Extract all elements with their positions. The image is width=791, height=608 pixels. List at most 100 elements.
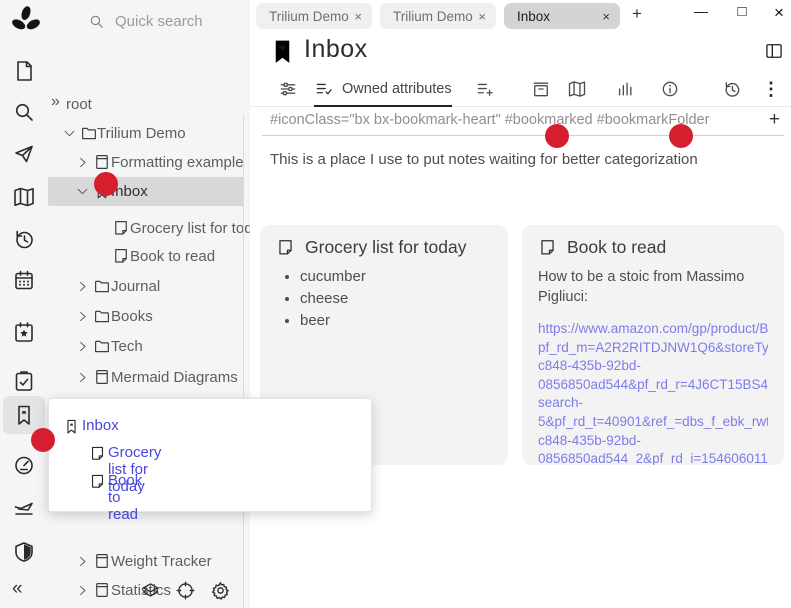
chevron-right-icon[interactable] [75,279,90,294]
tree-item-label[interactable]: Trilium Demo [97,124,186,143]
popup-link-label[interactable]: Book to read [108,472,142,523]
ribbon-archive[interactable] [531,76,551,102]
amazon-link-line[interactable]: pf_rd_m=A2R2RITDJNW1Q6&storeType= [538,339,768,358]
tree-item-label[interactable]: Mermaid Diagrams [111,368,238,387]
note-title: Inbox [304,35,368,64]
chevron-down-icon[interactable] [62,126,77,141]
launcher-plane-takeoff[interactable] [3,488,45,526]
tab-label[interactable]: Trilium Demo [393,9,478,24]
new-tab-button[interactable]: + [632,4,642,24]
popup-link-label[interactable]: Inbox [82,417,119,434]
ribbon-bar: Owned attributes ⋮ [250,70,791,107]
tab-trilium-demo-0[interactable]: Trilium Demo× [256,3,372,29]
grocery-list-item: cucumber [300,268,492,285]
attribute-editor[interactable]: #iconClass="bx bx-bookmark-heart" #bookm… [262,108,784,136]
layers-icon [140,580,161,601]
ribbon-label[interactable]: Owned attributes [342,81,452,97]
amazon-link-line[interactable]: https://www.amazon.com/gp/product/B [538,320,768,339]
close-window-button[interactable]: × [768,3,790,23]
tree-scrollbar[interactable] [243,115,244,608]
tree-item-mermaid-diagrams[interactable]: Mermaid Diagrams [0,363,250,392]
chevron-down-icon[interactable] [75,184,90,199]
sliders-icon [278,79,298,99]
main-area: Trilium Demo×Trilium Demo×Inbox× + — □ ×… [250,0,791,608]
tab-close-icon[interactable]: × [354,9,362,24]
tree-item-grocery-list-for-tod[interactable]: Grocery list for tod [0,214,250,243]
tab-close-icon[interactable]: × [478,9,486,24]
book-icon [93,153,111,171]
tree-item-tech[interactable]: Tech [0,332,250,361]
card-title[interactable]: Book to read [567,237,666,258]
split-pane-icon[interactable] [764,41,784,61]
chevron-right-icon[interactable] [75,339,90,354]
tree-item-journal[interactable]: Journal [0,272,250,301]
chevron-right-icon[interactable] [75,554,90,569]
ribbon-dots[interactable]: ⋮ [762,76,780,102]
tree-item-label[interactable]: Grocery list for tod [130,219,250,238]
tab-trilium-demo-1[interactable]: Trilium Demo× [380,3,496,29]
ribbon-map[interactable] [567,76,587,102]
chevron-right-icon[interactable] [75,370,90,385]
ribbon-history[interactable] [722,76,742,102]
tree-item-label[interactable]: Books [111,307,153,326]
new-note-icon [12,59,36,83]
annotation-dot-1 [94,172,118,196]
add-attribute-button[interactable]: + [769,109,780,131]
card-title[interactable]: Grocery list for today [305,237,466,258]
collapse-pane-button[interactable]: « [12,578,23,600]
amazon-link-line[interactable]: 5&pf_rd_t=40901&ref_=dbs_f_ebk_rwt_s [538,413,768,432]
tab-inbox-2[interactable]: Inbox× [504,3,620,29]
amazon-link-line[interactable]: c848-435b-92bd- [538,357,768,376]
ribbon-list-plus[interactable] [475,76,495,102]
tree-item-book-to-read[interactable]: Book to read [0,242,250,271]
ribbon-owned-attributes[interactable]: Owned attributes [314,76,452,107]
ribbon-info[interactable] [660,76,680,102]
note-description: This is a place I use to put notes waiti… [270,151,698,168]
annotation-dot-4 [31,428,55,452]
chevron-right-icon[interactable] [75,309,90,324]
tree-item-label[interactable]: Formatting example [111,153,244,172]
tree-item-trilium-demo[interactable]: Trilium Demo [0,119,250,148]
gear-button[interactable] [210,580,231,601]
tree-item-label[interactable]: Book to read [130,247,215,266]
child-note-card-book[interactable]: Book to read How to be a stoic from Mass… [522,225,784,465]
note-icon [89,445,106,462]
tab-close-icon[interactable]: × [602,9,610,24]
quick-search-placeholder: Quick search [115,13,203,30]
grocery-list: cucumbercheesebeer [300,268,492,329]
attributes-text[interactable]: #iconClass="bx bx-bookmark-heart" #bookm… [270,112,709,128]
amazon-link[interactable]: https://www.amazon.com/gp/product/Bpf_rd… [538,320,768,465]
maximize-button[interactable]: □ [731,3,753,20]
chevron-right-icon[interactable] [75,583,90,598]
grocery-list-item: beer [300,312,492,329]
crosshair-button[interactable] [175,580,196,601]
minimize-button[interactable]: — [690,3,712,19]
launcher-new-note[interactable] [3,52,45,90]
folder-icon [93,307,111,325]
quick-search-input[interactable]: Quick search [88,8,238,34]
tree-item-formatting-example[interactable]: Formatting example [0,148,250,177]
chevron-right-icon[interactable] [75,155,90,170]
tree-item-label[interactable]: Weight Tracker [111,552,212,571]
ribbon-sliders[interactable] [278,76,298,102]
tree-item-root[interactable]: » root [0,90,250,119]
amazon-link-line[interactable]: 0856850ad544&pf_rd_r=4J6CT15BS4X8 [538,376,768,395]
amazon-link-line[interactable]: c848-435b-92bd- [538,432,768,451]
tree-item-weight-tracker[interactable]: Weight Tracker [0,547,250,576]
amazon-link-line[interactable]: search- [538,394,768,413]
tab-label[interactable]: Trilium Demo [269,9,354,24]
tree-item-label[interactable]: Tech [111,337,143,356]
tree-item-label[interactable]: Journal [111,277,160,296]
root-chevron-icon[interactable]: » [51,93,60,111]
amazon-link-line[interactable]: 0856850ad544_2&pf_rd_i=154606011 [538,450,768,465]
folder-icon [93,337,111,355]
tab-label[interactable]: Inbox [517,9,602,24]
ribbon-bar-chart[interactable] [615,76,635,102]
folder-icon [80,124,98,142]
layers-button[interactable] [140,580,161,601]
gear-icon [210,580,231,601]
tree-item-books[interactable]: Books [0,302,250,331]
note-title-row: Inbox [250,32,791,70]
tree-item-label[interactable]: root [66,95,92,114]
tree-item-inbox[interactable]: Inbox [0,177,250,206]
